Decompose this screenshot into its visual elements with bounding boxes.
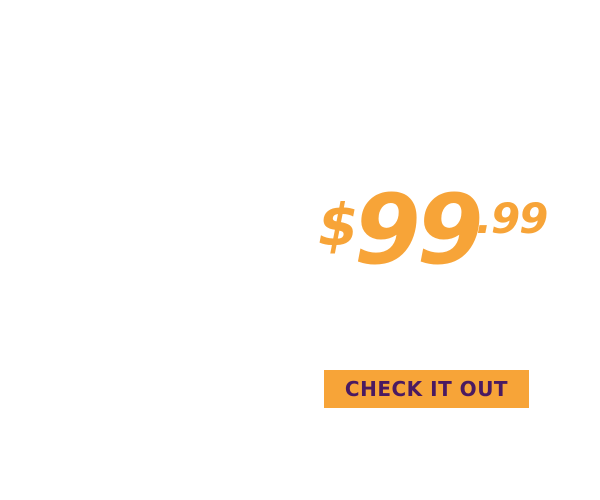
check-it-out-label: CHECK IT OUT — [344, 377, 509, 401]
currency-symbol: $ — [318, 191, 358, 259]
price-dollars: 99 — [354, 174, 484, 286]
price-display: $ 99 .99 — [318, 182, 558, 290]
price-cents: .99 — [476, 194, 548, 243]
ad-canvas: $ 99 .99 CHECK IT OUT — [0, 0, 600, 500]
check-it-out-button[interactable]: CHECK IT OUT — [324, 370, 529, 408]
